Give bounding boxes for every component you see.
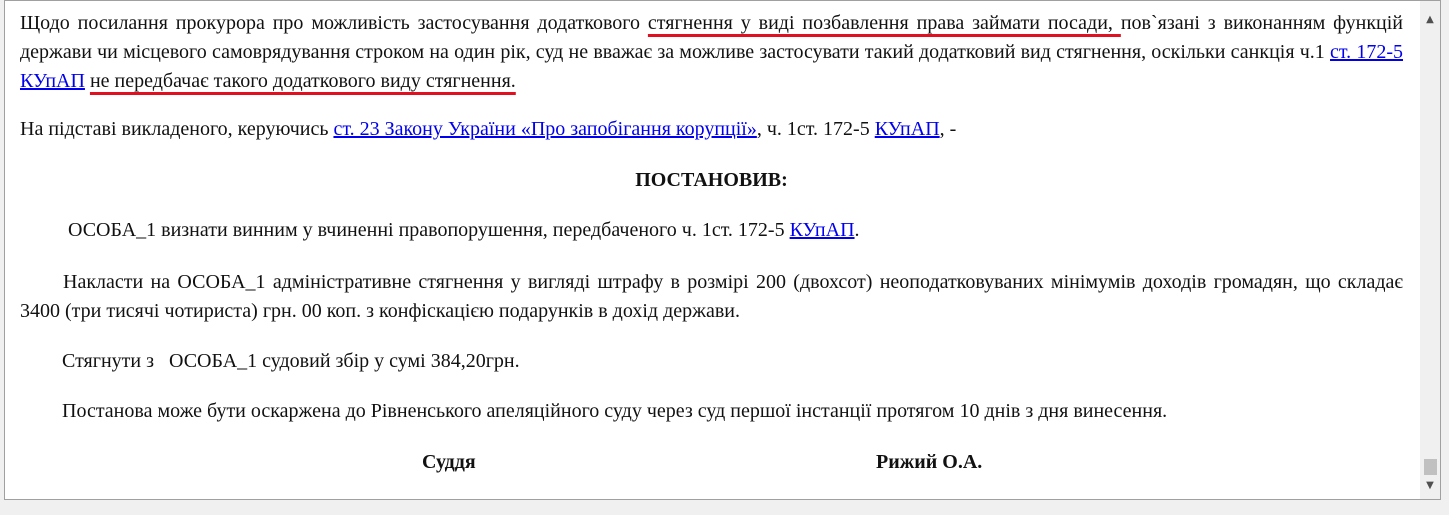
paragraph-fine: Накласти на ОСОБА_1 адміністративне стяг… xyxy=(20,271,1403,322)
paragraph-court-fee: Стягнути з ОСОБА_1 судовий збір у сумі 3… xyxy=(62,350,520,372)
paragraph-guilty-verdict: ОСОБА_1 визнати винним у вчиненні правоп… xyxy=(68,216,1398,245)
text: На підставі викладеного, керуючись xyxy=(20,118,334,140)
paragraph-legal-basis: На підставі викладеного, керуючись ст. 2… xyxy=(20,115,1403,144)
text: , - xyxy=(939,118,957,140)
text: , ч. 1ст. 172-5 xyxy=(756,118,875,140)
law-link-kupap[interactable]: КУпАП xyxy=(875,118,940,140)
highlighted-text: не передбачає такого додаткового виду ст… xyxy=(89,70,516,92)
resolution-heading: ПОСТАНОВИВ: xyxy=(635,169,788,191)
scrollbar-thumb[interactable] xyxy=(1424,459,1437,475)
scroll-down-arrow-icon[interactable]: ▼ xyxy=(1420,477,1440,495)
document-frame: Щодо посилання прокурора про можливість … xyxy=(4,0,1441,500)
text: ОСОБА_1 визнати винним у вчиненні правоп… xyxy=(68,219,790,241)
paragraph-appeal: Постанова може бути оскаржена до Рівненс… xyxy=(62,400,1168,422)
judge-name: Рижий О.А. xyxy=(876,451,983,473)
text: . xyxy=(854,219,860,241)
vertical-scrollbar[interactable]: ▲ ▼ xyxy=(1420,1,1440,499)
law-link-kupap[interactable]: КУпАП xyxy=(790,219,855,241)
text: Щодо посилання прокурора про можливість … xyxy=(20,12,648,34)
paragraph-prosecutor-reference: Щодо посилання прокурора про можливість … xyxy=(20,9,1403,96)
highlighted-text: стягнення у виді позбавлення права займа… xyxy=(647,12,1121,34)
judge-title: Суддя xyxy=(422,451,476,473)
scroll-up-arrow-icon[interactable]: ▲ xyxy=(1420,11,1440,29)
law-link-article-23[interactable]: ст. 23 Закону України «Про запобігання к… xyxy=(333,118,756,140)
